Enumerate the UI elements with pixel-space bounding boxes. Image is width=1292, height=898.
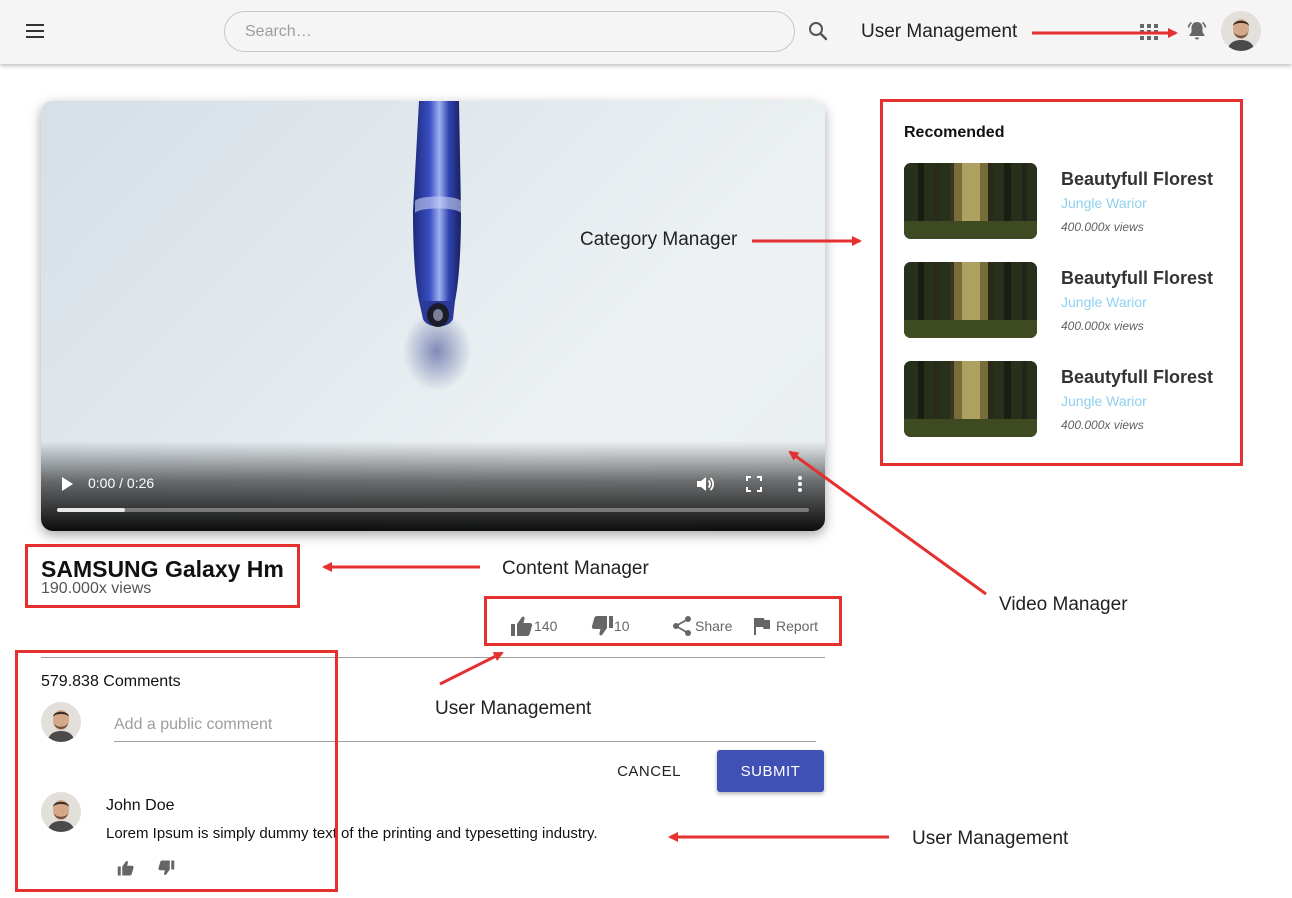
category-manager-highlight bbox=[880, 99, 1243, 466]
submit-button[interactable]: SUBMIT bbox=[717, 750, 824, 792]
comments-highlight bbox=[15, 650, 338, 892]
annotation-label-user-management-comments: User Management bbox=[912, 828, 1069, 849]
video-progress-fill bbox=[57, 508, 125, 512]
video-progress-bar[interactable] bbox=[57, 508, 809, 512]
top-app-bar: User Management bbox=[0, 0, 1292, 64]
menu-icon[interactable] bbox=[20, 18, 50, 46]
cancel-button[interactable]: CANCEL bbox=[603, 751, 695, 791]
search-icon[interactable] bbox=[806, 19, 830, 43]
annotation-label-category-manager: Category Manager bbox=[580, 229, 738, 250]
annotation-label-user-management-top: User Management bbox=[861, 21, 1018, 42]
volume-icon[interactable] bbox=[695, 474, 715, 494]
bell-icon[interactable] bbox=[1185, 19, 1209, 43]
annotation-label-user-management-actions: User Management bbox=[435, 698, 592, 719]
search-input[interactable] bbox=[224, 11, 795, 52]
fullscreen-icon[interactable] bbox=[745, 475, 763, 493]
video-time: 0:00 / 0:26 bbox=[88, 475, 155, 491]
annotation-label-video-manager: Video Manager bbox=[999, 594, 1128, 615]
video-player[interactable]: 0:00 / 0:26 bbox=[41, 101, 825, 531]
annotation-label-content-manager: Content Manager bbox=[502, 558, 649, 579]
apps-icon[interactable] bbox=[1140, 24, 1158, 40]
more-vert-icon[interactable] bbox=[793, 474, 807, 494]
user-avatar[interactable] bbox=[1221, 11, 1261, 51]
play-icon[interactable] bbox=[59, 475, 75, 493]
actions-highlight bbox=[484, 596, 842, 646]
content-manager-highlight bbox=[25, 544, 300, 608]
